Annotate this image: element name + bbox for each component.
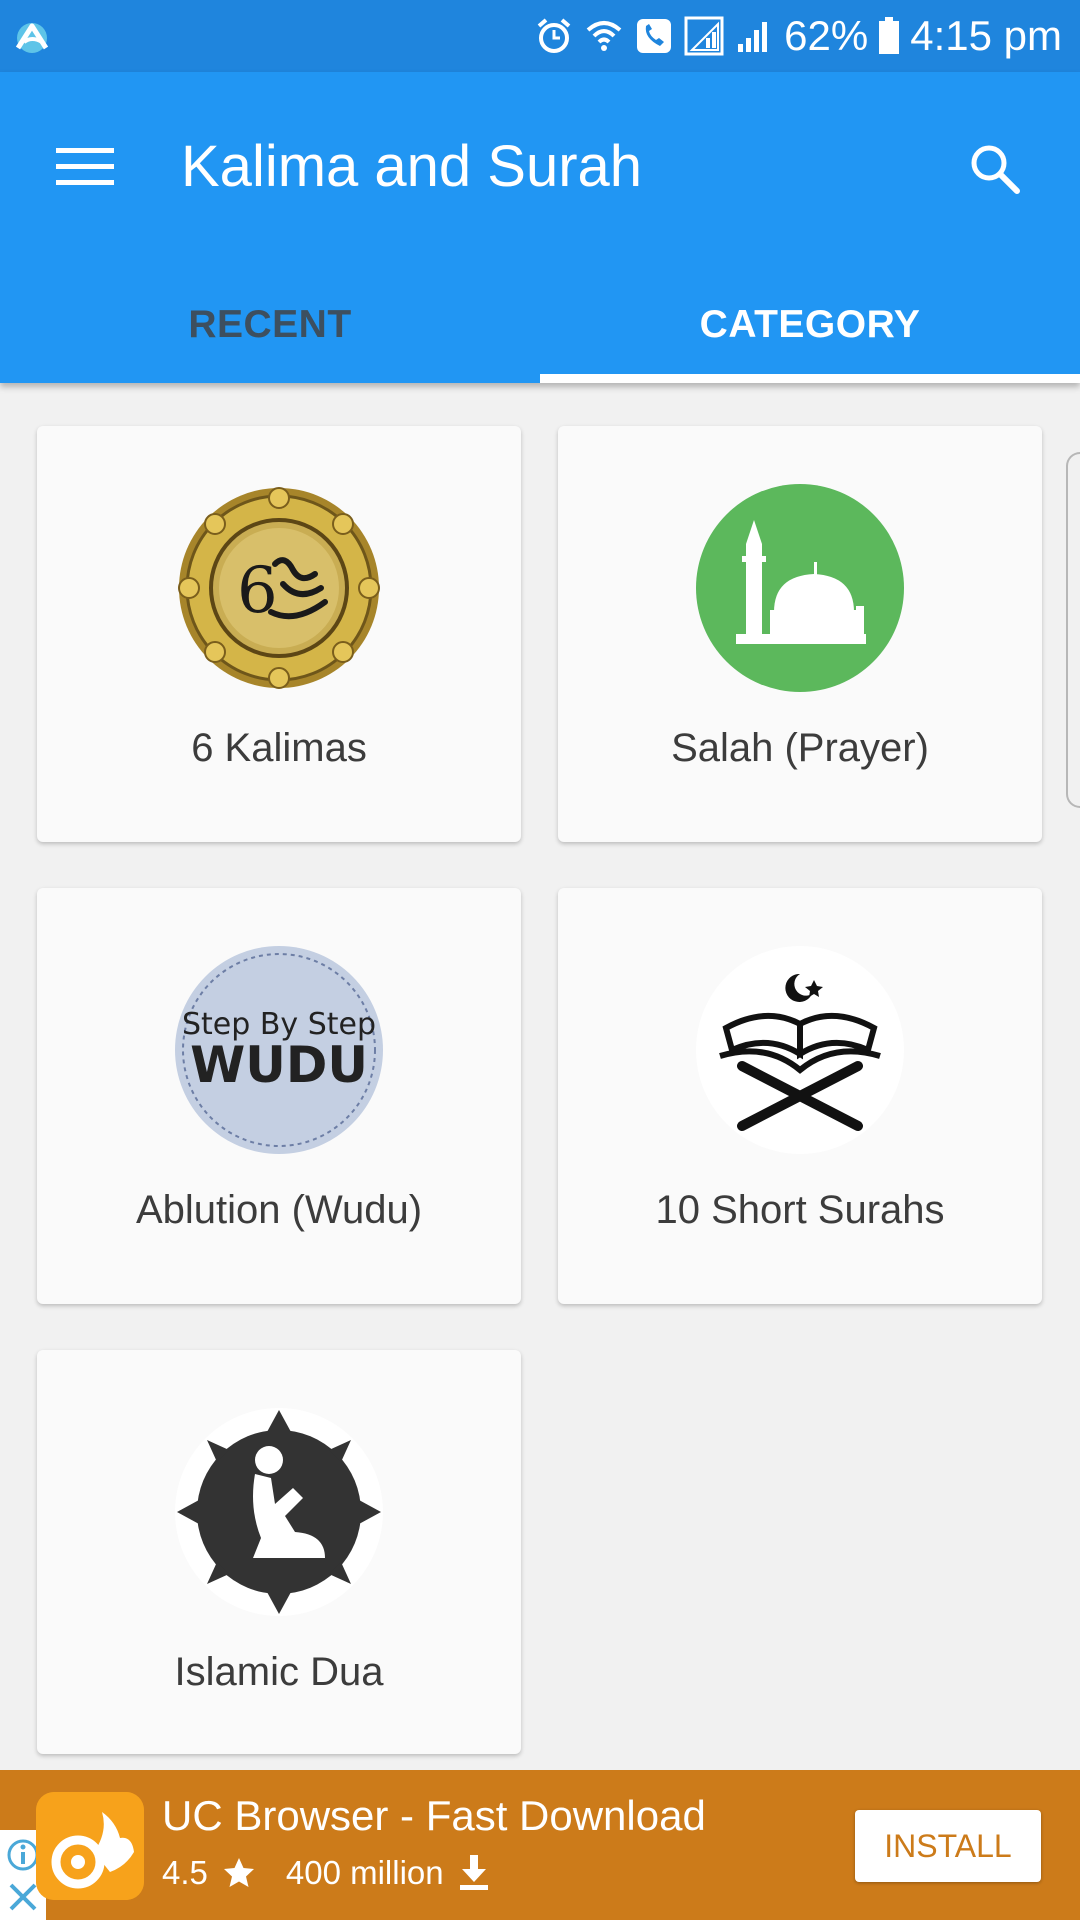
- side-drawer-handle[interactable]: [1066, 452, 1080, 808]
- close-icon[interactable]: [6, 1880, 40, 1914]
- app-logo-icon: [15, 23, 49, 53]
- star-icon: [223, 1858, 254, 1887]
- tab-category[interactable]: CATEGORY: [540, 267, 1080, 383]
- category-label: 6 Kalimas: [191, 726, 367, 770]
- search-button[interactable]: [950, 124, 1040, 214]
- menu-icon: [56, 148, 114, 185]
- category-card-kalimas[interactable]: 6 6 Kalimas: [37, 426, 521, 842]
- clock: 4:15 pm: [910, 12, 1062, 59]
- category-card-wudu[interactable]: Step By Step WUDU Ablution (Wudu): [37, 888, 521, 1304]
- app-bar: Kalima and Surah RECENT CATEGORY: [0, 72, 1080, 383]
- menu-button[interactable]: [40, 122, 130, 212]
- category-label: 10 Short Surahs: [655, 1188, 945, 1232]
- signal-icon: [738, 22, 768, 52]
- search-icon: [971, 145, 1020, 194]
- kalimas-seal-icon: 6: [178, 487, 380, 689]
- mosque-icon: [696, 484, 904, 692]
- category-label: Islamic Dua: [174, 1650, 384, 1694]
- call-icon: [637, 19, 672, 53]
- alarm-icon: [537, 18, 571, 53]
- signal-icon: [684, 16, 724, 56]
- category-card-dua[interactable]: Islamic Dua: [37, 1350, 521, 1754]
- info-icon[interactable]: [6, 1838, 40, 1872]
- download-icon: [459, 1855, 488, 1890]
- page-title: Kalima and Surah: [181, 134, 643, 199]
- status-bar: 62% 4:15 pm: [0, 0, 1080, 72]
- tab-indicator: [540, 374, 1080, 383]
- uc-browser-app-icon: [36, 1792, 144, 1900]
- praying-person-icon: [175, 1408, 383, 1616]
- ad-title: UC Browser - Fast Download: [162, 1792, 706, 1839]
- ad-banner[interactable]: UC Browser - Fast Download 4.5 400 milli…: [0, 1770, 1080, 1920]
- svg-text:6: 6: [237, 554, 278, 628]
- category-card-salah[interactable]: Salah (Prayer): [558, 426, 1042, 842]
- battery-percent: 62%: [784, 12, 869, 59]
- ad-rating-row: 4.5 400 million: [162, 1854, 490, 1892]
- wudu-badge-icon: Step By Step WUDU: [175, 946, 383, 1154]
- wifi-icon: [586, 21, 622, 51]
- quran-stand-icon: [696, 946, 904, 1154]
- ad-rating-value: 4.5: [162, 1854, 208, 1891]
- battery-icon: [879, 17, 900, 54]
- wudu-badge-line2: WUDU: [190, 1036, 368, 1094]
- tab-recent[interactable]: RECENT: [0, 267, 540, 383]
- install-button[interactable]: INSTALL: [855, 1810, 1041, 1882]
- ad-downloads: 400 million: [285, 1854, 444, 1891]
- category-label: Salah (Prayer): [671, 726, 929, 770]
- category-label: Ablution (Wudu): [135, 1188, 423, 1232]
- category-card-surahs[interactable]: 10 Short Surahs: [558, 888, 1042, 1304]
